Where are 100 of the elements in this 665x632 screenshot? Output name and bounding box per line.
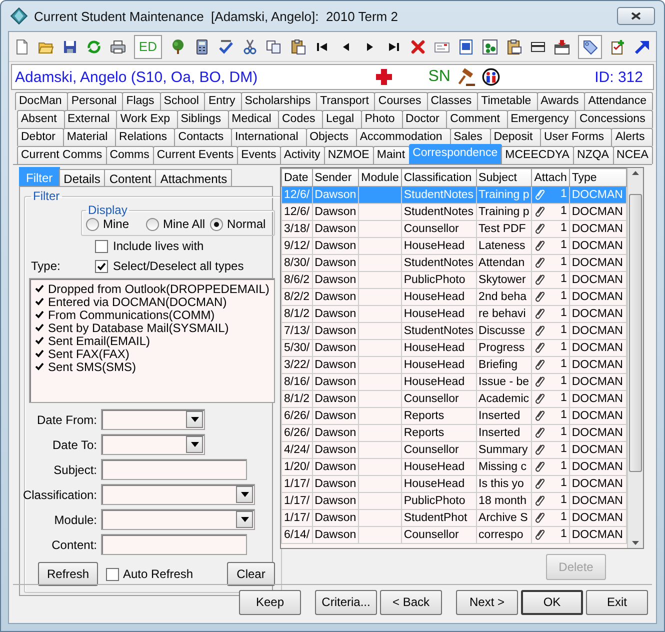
tab[interactable]: Current Events <box>152 146 238 164</box>
tab[interactable]: Awards <box>536 92 586 110</box>
arrow-icon[interactable] <box>634 38 650 54</box>
grid-icon[interactable] <box>482 38 498 54</box>
column-header[interactable]: Module <box>358 168 402 186</box>
clipboard-icon[interactable] <box>506 38 522 54</box>
save-icon[interactable] <box>62 38 78 54</box>
scissors-icon[interactable] <box>242 38 258 54</box>
table-row[interactable]: 8/16/ Dawson HouseHead Issue - be 1 DOCMAN <box>282 374 626 390</box>
tab[interactable]: International <box>230 128 307 146</box>
tab[interactable]: DocMan <box>15 92 68 110</box>
tab[interactable]: Classes <box>426 92 478 110</box>
table-row[interactable]: 1/20/ Dawson HouseHead Missing c 1 DOCMAN <box>282 458 626 476</box>
clear-button[interactable]: Clear <box>227 562 275 586</box>
tab[interactable]: Codes <box>278 110 323 128</box>
table-row[interactable]: 3/18/ Dawson Counsellor Test PDF 1 DOCMAN <box>282 220 626 238</box>
tab[interactable]: Courses <box>374 92 428 110</box>
dropdown[interactable] <box>101 509 255 530</box>
column-header[interactable]: Classification <box>401 168 476 186</box>
column-header[interactable]: Subject <box>476 168 532 186</box>
tab[interactable]: Maint <box>372 146 410 164</box>
tab[interactable]: Medical <box>228 110 279 128</box>
tab[interactable]: Work Exp <box>116 110 178 128</box>
table-row[interactable]: 12/6/ Dawson StudentNotes Training p 1 DOCMAN <box>282 204 626 220</box>
calendar-icon[interactable] <box>554 38 570 54</box>
calculator-icon[interactable] <box>194 38 210 54</box>
tab[interactable]: Alerts <box>611 128 654 146</box>
column-header[interactable]: Date <box>282 168 312 186</box>
tag-icon[interactable] <box>578 34 602 58</box>
tab[interactable]: Relations <box>115 128 176 146</box>
scroll-thumb[interactable] <box>629 194 642 472</box>
table-row[interactable]: 1/17/ Dawson PublicPhoto 18 month 1 DOCMAN <box>282 492 626 510</box>
tab[interactable]: Absent <box>17 110 64 128</box>
tab[interactable]: User Forms <box>540 128 612 146</box>
tree-icon[interactable] <box>170 38 186 54</box>
checkbox[interactable] <box>95 240 108 252</box>
radio-button[interactable] <box>210 218 224 230</box>
text-field[interactable] <box>101 459 247 480</box>
checkbox[interactable] <box>34 309 45 320</box>
table-row[interactable]: 6/26/ Dawson Reports Inserted 1 DOCMAN <box>282 408 626 424</box>
checkbox[interactable] <box>34 296 45 307</box>
tab[interactable]: Attachments <box>155 169 232 186</box>
tab[interactable]: NZMOE <box>324 146 374 164</box>
tab[interactable]: Contacts <box>174 128 232 146</box>
tab[interactable]: Siblings <box>176 110 229 128</box>
tab[interactable]: Personal <box>67 92 124 110</box>
refresh-icon[interactable] <box>86 38 102 54</box>
table-row[interactable]: 8/30/ Dawson StudentNotes Attendan 1 DOCMAN <box>282 254 626 272</box>
dialog-button[interactable]: Next > <box>456 590 518 614</box>
scroll-up-icon[interactable] <box>632 171 639 175</box>
table-row[interactable]: 3/22/ Dawson HouseHead Briefing 1 DOCMAN <box>282 356 626 374</box>
spellcheck-icon[interactable] <box>218 38 234 54</box>
tab[interactable]: Flags <box>122 92 161 110</box>
dropdown[interactable] <box>101 484 255 505</box>
checkbox[interactable] <box>34 348 45 359</box>
column-header[interactable]: Attach <box>532 168 570 186</box>
checkbox[interactable] <box>34 335 45 346</box>
tab[interactable]: Attendance <box>584 92 653 110</box>
table-row[interactable]: 6/14/ Dawson Counsellor correspo 1 DOCMAN <box>282 526 626 544</box>
table-row[interactable]: 8/1/2 Dawson Counsellor Academic 1 DOCMAN <box>282 390 626 408</box>
tab[interactable]: External <box>64 110 118 128</box>
checkbox[interactable] <box>34 322 45 333</box>
tab[interactable]: Photo <box>360 110 403 128</box>
tab[interactable]: Transport <box>316 92 376 110</box>
close-button[interactable] <box>617 7 655 25</box>
table-row[interactable]: 1/17/ Dawson StudentPhot Archive S 1 DOCMAN <box>282 510 626 526</box>
table-row[interactable]: 8/1/2 Dawson HouseHead re behavi 1 DOCMAN <box>282 306 626 322</box>
table-row[interactable]: 9/12/ Dawson HouseHead Lateness 1 DOCMAN <box>282 238 626 254</box>
column-header[interactable]: Sender <box>312 168 359 186</box>
tab[interactable]: Material <box>62 128 116 146</box>
tab[interactable]: NCEA <box>612 146 654 164</box>
table-row[interactable]: 7/13/ Dawson StudentNotes Discusse 1 DOCMAN <box>282 322 626 340</box>
radio-button[interactable] <box>146 218 160 230</box>
tab[interactable]: Doctor <box>402 110 448 128</box>
dialog-button[interactable]: < Back <box>380 590 442 614</box>
tab[interactable]: Debtor <box>17 128 64 146</box>
checkbox[interactable] <box>106 568 119 580</box>
checkbox[interactable] <box>95 260 108 272</box>
tab[interactable]: Accommodation <box>356 128 451 146</box>
text-field[interactable] <box>101 534 247 555</box>
dialog-button[interactable]: Exit <box>586 590 648 614</box>
table-row[interactable]: 4/24/ Dawson Counsellor Summary 1 DOCMAN <box>282 442 626 458</box>
tab[interactable]: Timetable <box>477 92 538 110</box>
paste-icon[interactable] <box>290 38 306 54</box>
tab[interactable]: Emergency <box>506 110 576 128</box>
tab[interactable]: NZQA <box>573 146 614 164</box>
date-dropdown[interactable] <box>101 409 205 430</box>
tab[interactable]: Comment <box>446 110 508 128</box>
checklist-icon[interactable] <box>610 38 626 54</box>
tab[interactable]: Scholarships <box>240 92 318 110</box>
date-dropdown[interactable] <box>101 434 205 455</box>
column-header[interactable]: Type <box>569 168 626 186</box>
tab[interactable]: Comms <box>106 146 154 164</box>
tab[interactable]: Events <box>237 146 281 164</box>
dialog-button[interactable]: Criteria... <box>315 590 377 614</box>
document-icon[interactable] <box>458 38 474 54</box>
tab[interactable]: Legal <box>322 110 362 128</box>
table-row[interactable]: 1/17/ Dawson HouseHead Is this yo 1 DOCMAN <box>282 476 626 492</box>
table-row[interactable]: 6/26/ Dawson Reports Inserted 1 DOCMAN <box>282 424 626 442</box>
tab[interactable]: Content <box>104 169 156 186</box>
